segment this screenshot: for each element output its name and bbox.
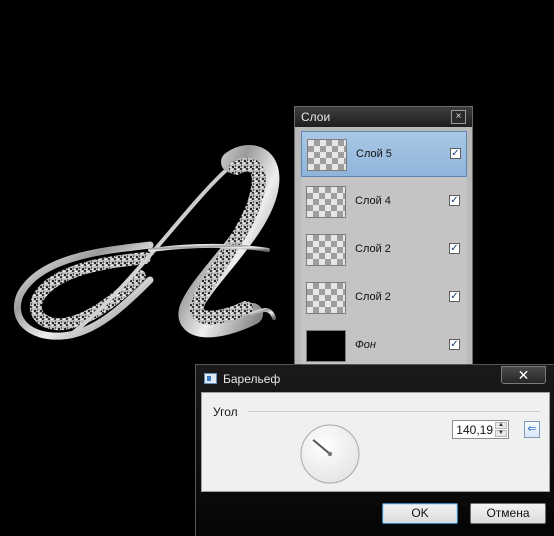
angle-value: 140,19: [456, 423, 493, 437]
close-icon[interactable]: ✕: [501, 366, 546, 384]
layer-visibility-checkbox[interactable]: ✓: [449, 243, 460, 254]
angle-dial[interactable]: [299, 423, 361, 485]
layer-visibility-checkbox[interactable]: ✓: [449, 195, 460, 206]
layer-thumbnail: [306, 186, 346, 218]
angle-input[interactable]: 140,19 ▲ ▼: [452, 420, 509, 439]
layer-name: Слой 2: [355, 243, 391, 255]
layer-thumbnail: [306, 282, 346, 314]
emboss-dialog: Барельеф ✕ Угол 140,19 ▲ ▼ ⇐ OK Отмена: [195, 364, 554, 536]
angle-label: Угол: [213, 405, 238, 419]
layers-panel-title: Слои: [301, 110, 331, 124]
layers-titlebar[interactable]: Слои ×: [295, 107, 472, 127]
layer-name: Слой 5: [356, 148, 392, 160]
layer-thumbnail: [306, 234, 346, 266]
reset-arrow-icon[interactable]: ⇐: [524, 421, 540, 438]
layers-list: Слой 5 ✓ Слой 4 ✓ Слой 2 ✓ Слой 2 ✓ Фон …: [301, 131, 467, 377]
layer-visibility-checkbox[interactable]: ✓: [450, 148, 461, 159]
layer-name: Фон: [355, 339, 376, 351]
layer-row[interactable]: Слой 4 ✓: [301, 179, 467, 225]
layer-name: Слой 2: [355, 291, 391, 303]
layers-panel: Слои × Слой 5 ✓ Слой 4 ✓ Слой 2 ✓ Слой 2…: [294, 106, 473, 377]
dialog-title: Барельеф: [223, 372, 281, 386]
layer-row[interactable]: Фон ✓: [301, 323, 467, 369]
layer-name: Слой 4: [355, 195, 391, 207]
layer-visibility-checkbox[interactable]: ✓: [449, 339, 460, 350]
spin-down-arrow-icon[interactable]: ▼: [495, 430, 507, 437]
dialog-content: Угол 140,19 ▲ ▼ ⇐: [201, 392, 550, 492]
layer-row[interactable]: Слой 5 ✓: [301, 131, 467, 177]
ok-button[interactable]: OK: [382, 503, 458, 524]
dialog-app-icon: [204, 373, 217, 384]
dialog-titlebar[interactable]: Барельеф ✕: [196, 365, 554, 391]
cancel-button[interactable]: Отмена: [470, 503, 546, 524]
layers-close-icon[interactable]: ×: [451, 110, 466, 124]
layer-thumbnail: [307, 139, 347, 171]
letter-a-artwork: [13, 145, 280, 340]
layer-visibility-checkbox[interactable]: ✓: [449, 291, 460, 302]
layer-row[interactable]: Слой 2 ✓: [301, 275, 467, 321]
layer-row[interactable]: Слой 2 ✓: [301, 227, 467, 273]
group-divider: [248, 411, 540, 412]
angle-spinner: ▲ ▼: [495, 422, 507, 437]
layer-thumbnail: [306, 330, 346, 362]
spin-up-arrow-icon[interactable]: ▲: [495, 422, 507, 429]
